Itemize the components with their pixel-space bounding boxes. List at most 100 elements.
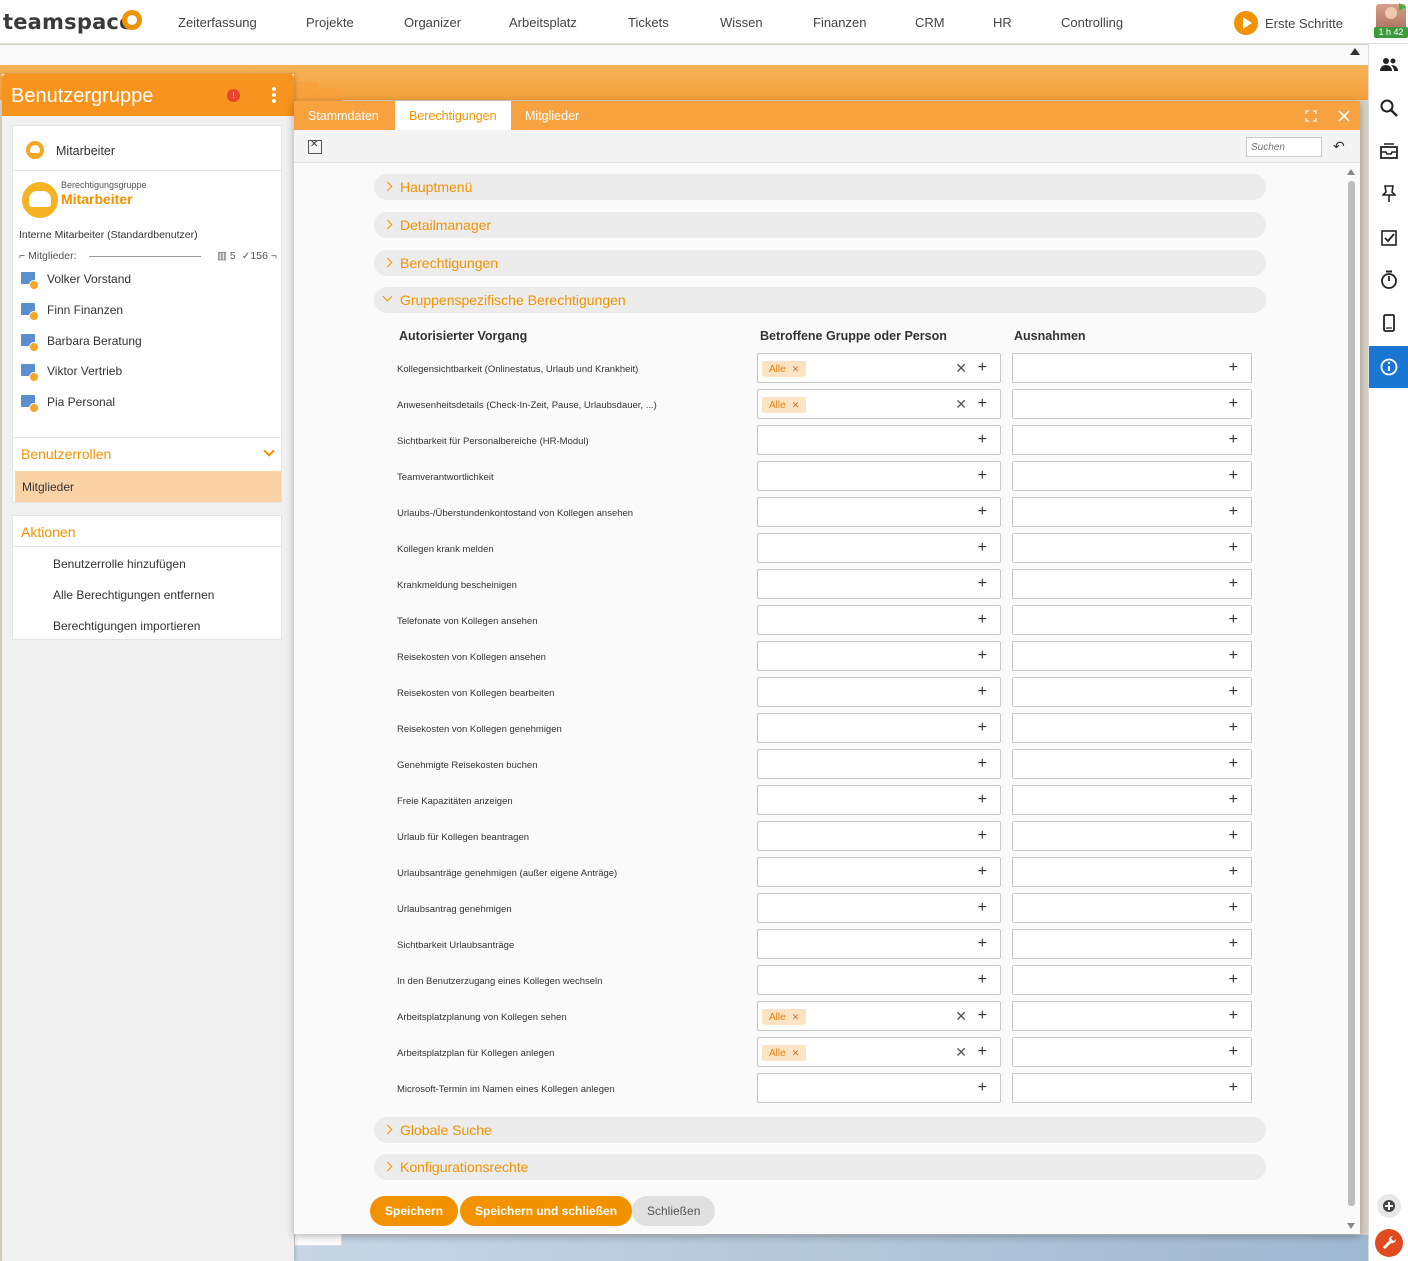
inbox-icon[interactable] — [1369, 131, 1408, 171]
search-input[interactable] — [1246, 137, 1322, 157]
group-picker[interactable]: + — [757, 425, 1001, 455]
exception-picker[interactable]: + — [1012, 821, 1252, 851]
add-icon[interactable]: + — [978, 575, 987, 593]
add-icon[interactable]: + — [1229, 467, 1238, 485]
group-picker[interactable]: + — [757, 965, 1001, 995]
group-picker[interactable]: + — [757, 569, 1001, 599]
add-icon[interactable]: + — [978, 431, 987, 449]
add-icon[interactable]: + — [1229, 611, 1238, 629]
group-picker[interactable]: + — [757, 713, 1001, 743]
tasks-icon[interactable] — [1369, 217, 1408, 257]
remove-chip-icon[interactable]: ✕ — [792, 1048, 800, 1059]
group-picker[interactable]: Alle ✕ ✕ + — [757, 353, 1001, 383]
section-berechtigungen[interactable]: Berechtigungen — [374, 250, 1266, 276]
section-gruppenspezifische-berechtigungen[interactable]: Gruppenspezifische Berechtigungen — [374, 287, 1266, 313]
exception-picker[interactable]: + — [1012, 965, 1252, 995]
nav-hr[interactable]: HR — [993, 15, 1012, 30]
add-icon[interactable]: + — [1229, 863, 1238, 881]
exception-picker[interactable]: + — [1012, 569, 1252, 599]
erste-schritte-button[interactable]: Erste Schritte — [1234, 11, 1343, 35]
exception-picker[interactable]: + — [1012, 749, 1252, 779]
exception-picker[interactable]: + — [1012, 1037, 1252, 1067]
section-konfigurationsrechte[interactable]: Konfigurationsrechte — [374, 1154, 1266, 1180]
exception-picker[interactable]: + — [1012, 641, 1252, 671]
add-icon[interactable]: + — [978, 935, 987, 953]
info-icon[interactable] — [1369, 346, 1408, 388]
add-icon[interactable]: + — [978, 1079, 987, 1097]
add-icon[interactable]: + — [978, 539, 987, 557]
exception-picker[interactable]: + — [1012, 605, 1252, 635]
maximize-icon[interactable] — [1303, 108, 1319, 124]
nav-organizer[interactable]: Organizer — [404, 15, 461, 30]
group-picker[interactable]: + — [757, 785, 1001, 815]
tab-stammdaten[interactable]: Stammdaten — [294, 101, 393, 130]
exception-picker[interactable]: + — [1012, 353, 1252, 383]
add-icon[interactable]: + — [978, 863, 987, 881]
close-button[interactable]: Schließen — [632, 1196, 716, 1226]
stacked-window-tab[interactable] — [294, 82, 318, 102]
clear-icon[interactable]: ✕ — [955, 396, 967, 412]
group-row[interactable]: Mitarbeiter — [13, 126, 283, 171]
action-import-permissions[interactable]: Berechtigungen importieren — [53, 619, 200, 633]
add-icon[interactable]: + — [1229, 683, 1238, 701]
role-item-mitglieder[interactable]: Mitglieder — [15, 471, 281, 502]
alert-icon[interactable]: ! — [227, 89, 240, 102]
exception-picker[interactable]: + — [1012, 389, 1252, 419]
add-circle-icon[interactable] — [1369, 1186, 1408, 1226]
add-icon[interactable]: + — [978, 467, 987, 485]
add-icon[interactable]: + — [1229, 719, 1238, 737]
group-picker[interactable]: + — [757, 1073, 1001, 1103]
exception-picker[interactable]: + — [1012, 425, 1252, 455]
pin-icon[interactable] — [1369, 174, 1408, 214]
roles-header[interactable]: Benutzerrollen — [13, 438, 283, 468]
add-icon[interactable]: + — [1229, 503, 1238, 521]
nav-arbeitsplatz[interactable]: Arbeitsplatz — [509, 15, 577, 30]
save-button[interactable]: Speichern — [370, 1196, 459, 1226]
exception-picker[interactable]: + — [1012, 857, 1252, 887]
member-item[interactable]: Viktor Vertrieb — [21, 361, 122, 382]
add-icon[interactable]: + — [978, 899, 987, 917]
add-icon[interactable]: + — [1229, 1079, 1238, 1097]
add-icon[interactable]: + — [978, 1043, 987, 1061]
add-icon[interactable]: + — [1229, 359, 1238, 377]
add-icon[interactable]: + — [1229, 935, 1238, 953]
exception-picker[interactable]: + — [1012, 497, 1252, 527]
remove-chip-icon[interactable]: ✕ — [792, 364, 800, 375]
group-picker[interactable]: Alle ✕ ✕ + — [757, 389, 1001, 419]
group-picker[interactable]: + — [757, 821, 1001, 851]
add-icon[interactable]: + — [978, 719, 987, 737]
tab-mitglieder[interactable]: Mitglieder — [511, 101, 593, 130]
add-icon[interactable]: + — [1229, 575, 1238, 593]
exception-picker[interactable]: + — [1012, 785, 1252, 815]
add-icon[interactable]: + — [978, 647, 987, 665]
group-picker[interactable]: + — [757, 497, 1001, 527]
add-icon[interactable]: + — [978, 503, 987, 521]
member-item[interactable]: Volker Vorstand — [21, 269, 131, 290]
add-icon[interactable]: + — [1229, 755, 1238, 773]
scroll-down-icon[interactable] — [1347, 1223, 1355, 1229]
exception-picker[interactable]: + — [1012, 929, 1252, 959]
add-icon[interactable]: + — [1229, 827, 1238, 845]
more-menu-icon[interactable] — [272, 87, 276, 105]
save-close-button[interactable]: Speichern und schließen — [460, 1196, 633, 1226]
remove-chip-icon[interactable]: ✕ — [792, 400, 800, 411]
group-picker[interactable]: + — [757, 461, 1001, 491]
stacked-window-tab[interactable] — [318, 88, 342, 102]
group-picker[interactable]: + — [757, 641, 1001, 671]
remove-chip-icon[interactable]: ✕ — [792, 1012, 800, 1023]
member-item[interactable]: Finn Finanzen — [21, 300, 123, 321]
add-icon[interactable]: + — [1229, 539, 1238, 557]
group-picker[interactable]: + — [757, 533, 1001, 563]
add-icon[interactable]: + — [1229, 647, 1238, 665]
group-chip[interactable]: Alle ✕ — [762, 1009, 807, 1025]
nav-controlling[interactable]: Controlling — [1061, 15, 1123, 30]
group-picker[interactable]: + — [757, 605, 1001, 635]
mobile-icon[interactable] — [1369, 303, 1408, 343]
exception-picker[interactable]: + — [1012, 1001, 1252, 1031]
group-picker[interactable]: + — [757, 677, 1001, 707]
section-hauptmenu[interactable]: Hauptmenü — [374, 174, 1266, 200]
timer-badge[interactable]: 1 h 42 — [1374, 27, 1408, 38]
exception-picker[interactable]: + — [1012, 713, 1252, 743]
group-picker[interactable]: + — [757, 893, 1001, 923]
add-icon[interactable]: + — [1229, 431, 1238, 449]
